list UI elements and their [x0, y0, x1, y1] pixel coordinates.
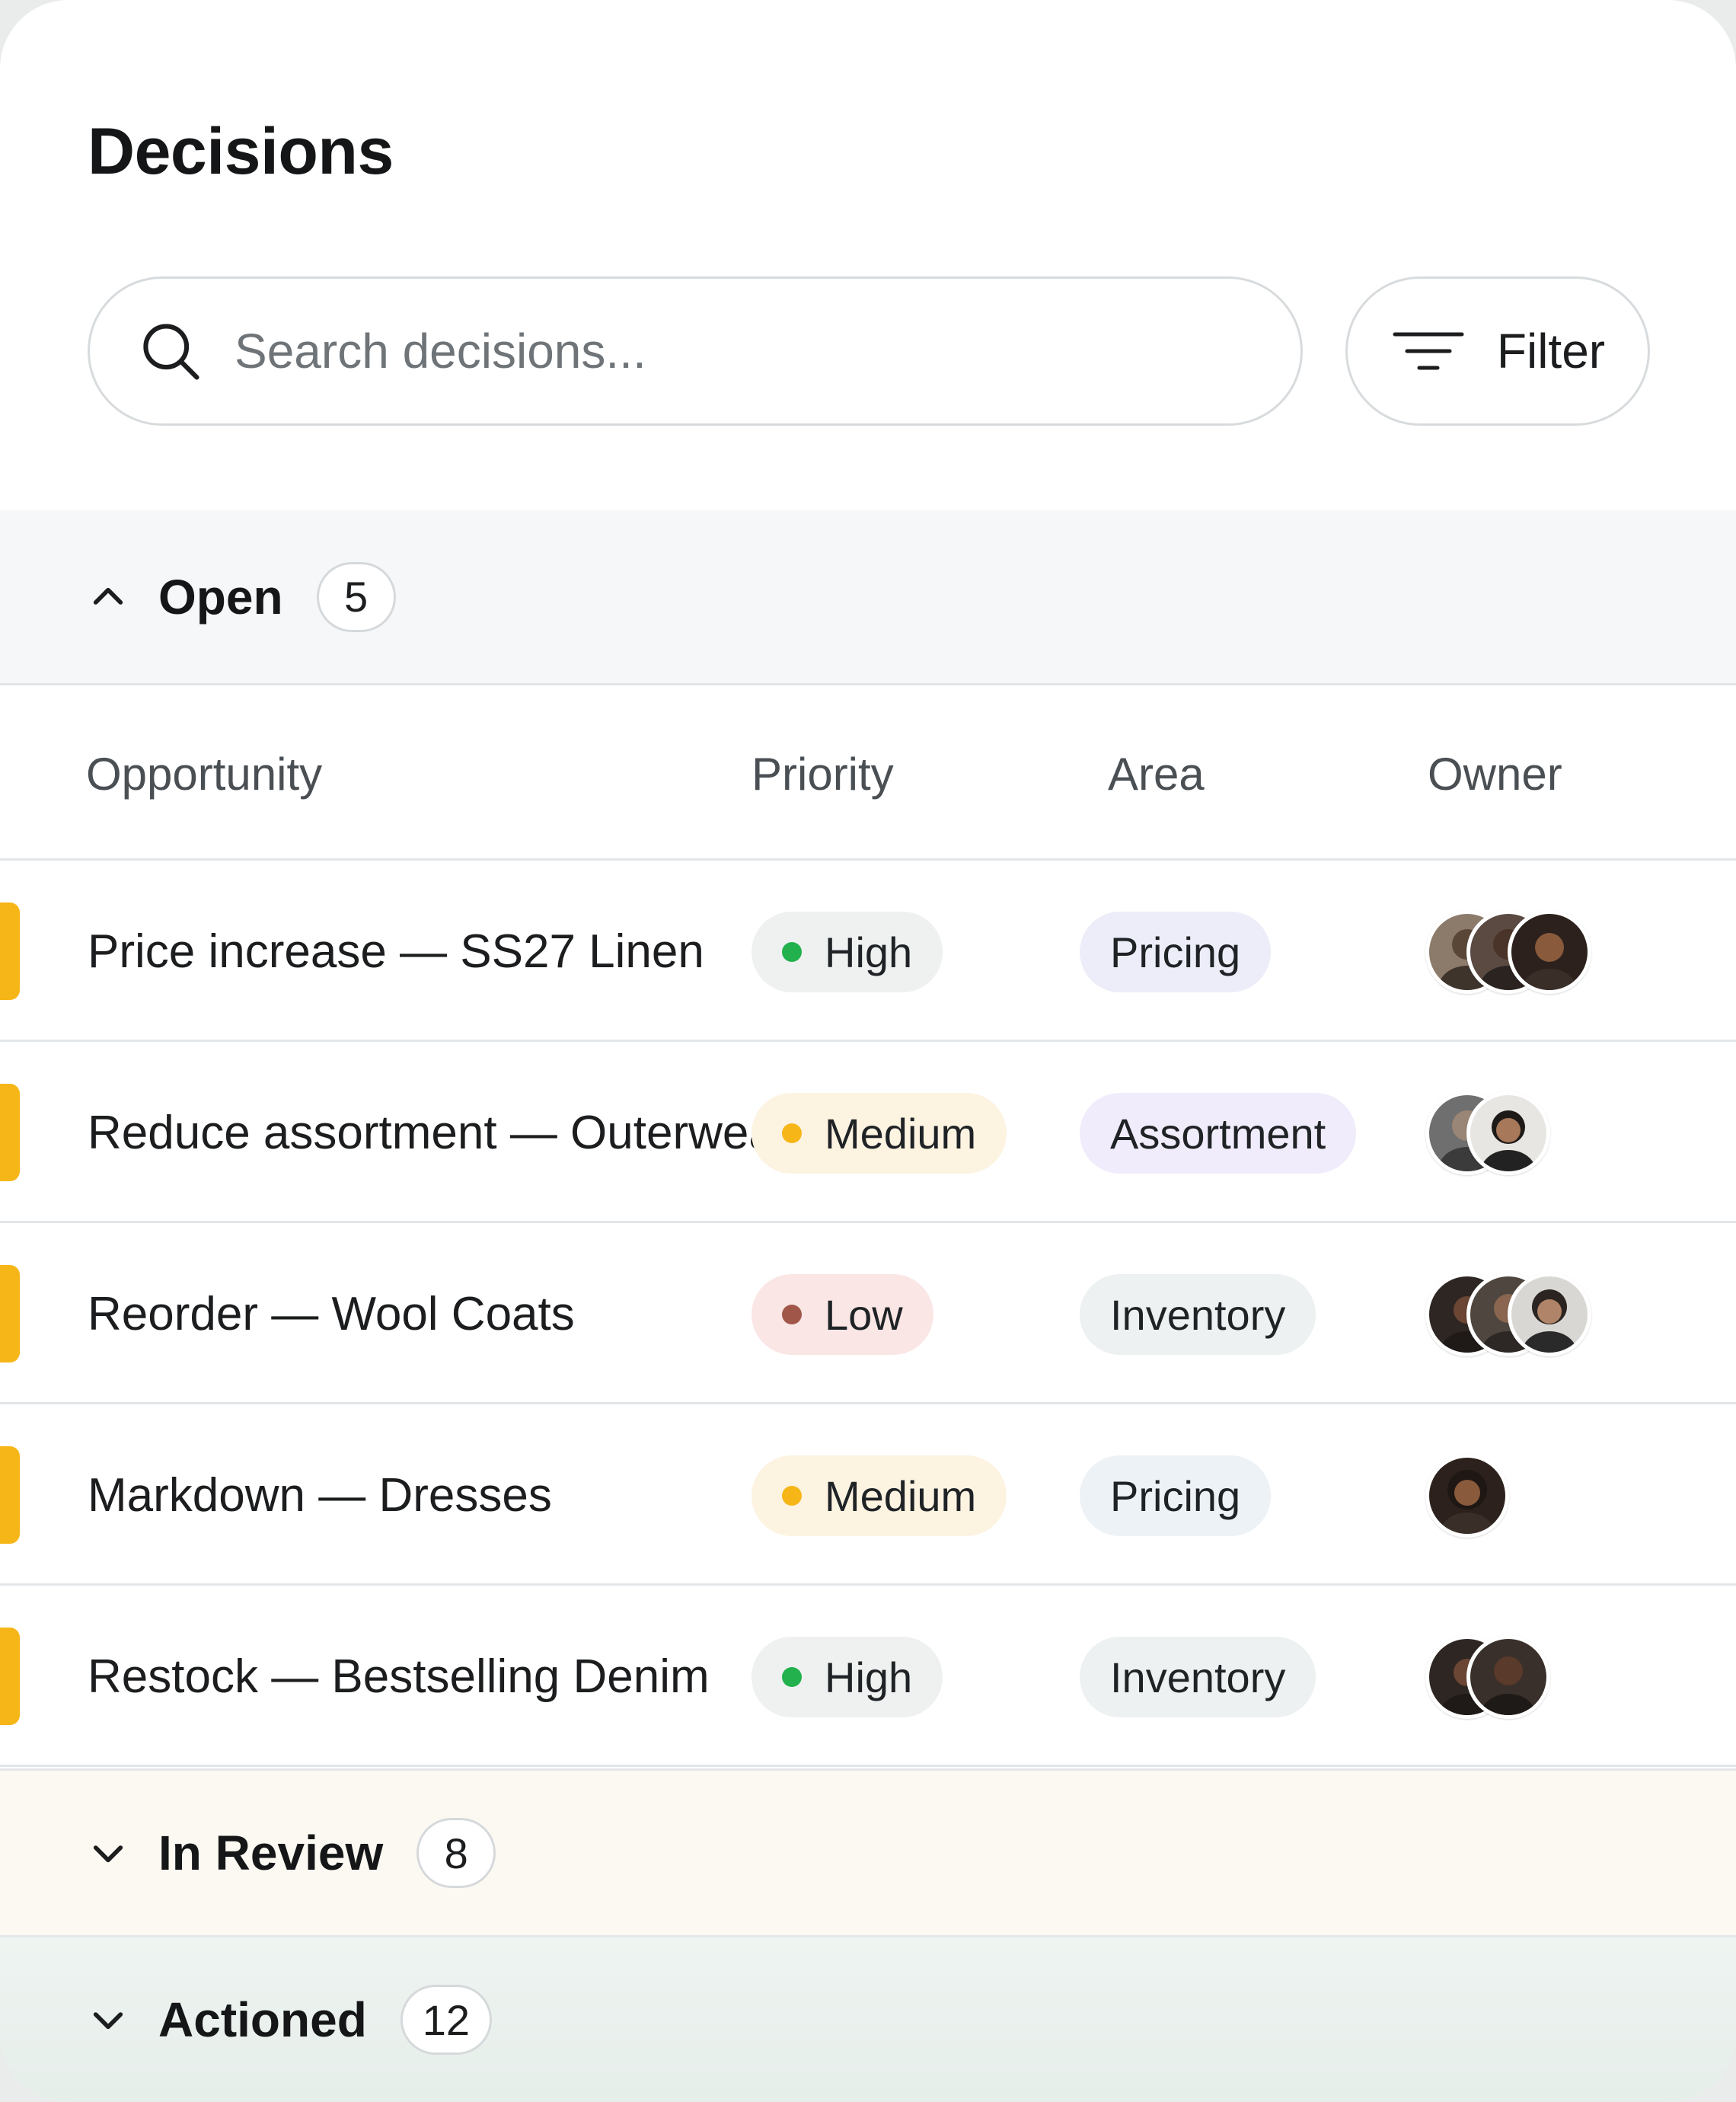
area-badge: Inventory: [1080, 1637, 1316, 1717]
priority-label: High: [825, 1653, 913, 1701]
section-open-label: Open: [158, 569, 283, 625]
status-dot: [782, 1486, 802, 1506]
search-placeholder: Search decisions...: [235, 324, 646, 379]
row-opportunity[interactable]: Reorder — Wool Coats: [88, 1223, 575, 1404]
avatar-man-longhair[interactable]: [1466, 1091, 1550, 1175]
owner-avatars[interactable]: [1425, 910, 1591, 994]
priority-badge: Medium: [752, 1455, 1007, 1536]
section-in-review-count: 8: [416, 1818, 496, 1888]
section-actioned-label: Actioned: [158, 1992, 367, 2047]
decisions-panel: Decisions Search decisions... Filter Ope…: [0, 0, 1736, 2102]
area-label: Inventory: [1110, 1653, 1286, 1701]
owner-avatars[interactable]: [1425, 1454, 1509, 1538]
filter-label: Filter: [1496, 324, 1606, 379]
page-title: Decisions: [88, 115, 394, 188]
section-actioned-header[interactable]: Actioned 12: [0, 1937, 1736, 2102]
priority-badge: High: [752, 1637, 943, 1717]
area-badge: Assortment: [1080, 1093, 1357, 1174]
row-accent-bar: [0, 1446, 20, 1544]
chevron-down-icon[interactable]: [85, 1997, 131, 2043]
row-accent-bar: [0, 1265, 20, 1362]
area-badge: Pricing: [1080, 1455, 1272, 1536]
table-row[interactable]: Reduce assortment — Outerwear Medium Ass…: [0, 1042, 1736, 1223]
row-accent-bar: [0, 1628, 20, 1725]
section-actioned-count: 12: [400, 1985, 493, 2055]
area-badge: Inventory: [1080, 1274, 1316, 1355]
priority-label: High: [825, 928, 913, 976]
area-label: Assortment: [1110, 1109, 1326, 1158]
avatar-woman-glasses[interactable]: [1508, 1273, 1591, 1356]
row-opportunity[interactable]: Markdown — Dresses: [88, 1404, 552, 1586]
column-opportunity[interactable]: Opportunity: [86, 748, 322, 800]
owner-avatars[interactable]: [1425, 1091, 1550, 1175]
priority-badge: Low: [752, 1274, 933, 1355]
row-opportunity[interactable]: Price increase — SS27 Linen: [88, 861, 704, 1042]
owner-avatars[interactable]: [1425, 1635, 1550, 1719]
row-opportunity[interactable]: Reduce assortment — Outerwear: [88, 1042, 791, 1223]
priority-badge: Medium: [752, 1093, 1007, 1174]
column-owner[interactable]: Owner: [1428, 748, 1562, 800]
area-label: Inventory: [1110, 1290, 1286, 1339]
table-header: Opportunity Priority Area Owner: [0, 685, 1736, 861]
avatar-woman-curly[interactable]: [1508, 910, 1591, 994]
search-icon: [132, 313, 209, 389]
area-label: Pricing: [1110, 928, 1241, 976]
filter-icon: [1390, 324, 1466, 378]
row-accent-bar: [0, 1084, 20, 1181]
chevron-up-icon[interactable]: [85, 574, 131, 620]
avatar-woman-curly[interactable]: [1425, 1454, 1509, 1538]
owner-avatars[interactable]: [1425, 1273, 1591, 1356]
status-dot: [782, 1305, 802, 1324]
status-dot: [782, 1123, 802, 1143]
area-label: Pricing: [1110, 1471, 1241, 1520]
section-in-review-header[interactable]: In Review 8: [0, 1768, 1736, 1937]
priority-label: Low: [825, 1290, 903, 1339]
table-row[interactable]: Markdown — Dresses Medium Pricing: [0, 1404, 1736, 1586]
priority-label: Medium: [825, 1471, 977, 1520]
chevron-down-icon[interactable]: [85, 1830, 131, 1876]
status-dot: [782, 942, 802, 962]
row-accent-bar: [0, 902, 20, 1000]
table-row[interactable]: Restock — Bestselling Denim High Invento…: [0, 1586, 1736, 1767]
row-opportunity[interactable]: Restock — Bestselling Denim: [88, 1586, 710, 1767]
section-open-count: 5: [316, 561, 396, 632]
avatar-man-bald[interactable]: [1466, 1635, 1550, 1719]
column-area[interactable]: Area: [1108, 748, 1205, 800]
column-priority[interactable]: Priority: [752, 748, 894, 800]
search-input[interactable]: Search decisions...: [88, 276, 1303, 426]
priority-label: Medium: [825, 1109, 977, 1158]
priority-badge: High: [752, 912, 943, 992]
table-row[interactable]: Price increase — SS27 Linen High Pricing: [0, 861, 1736, 1042]
area-badge: Pricing: [1080, 912, 1272, 992]
section-open-header[interactable]: Open 5: [0, 510, 1736, 685]
filter-button[interactable]: Filter: [1345, 276, 1650, 426]
status-dot: [782, 1667, 802, 1687]
section-in-review-label: In Review: [158, 1826, 384, 1880]
table-row[interactable]: Reorder — Wool Coats Low Inventory: [0, 1223, 1736, 1404]
